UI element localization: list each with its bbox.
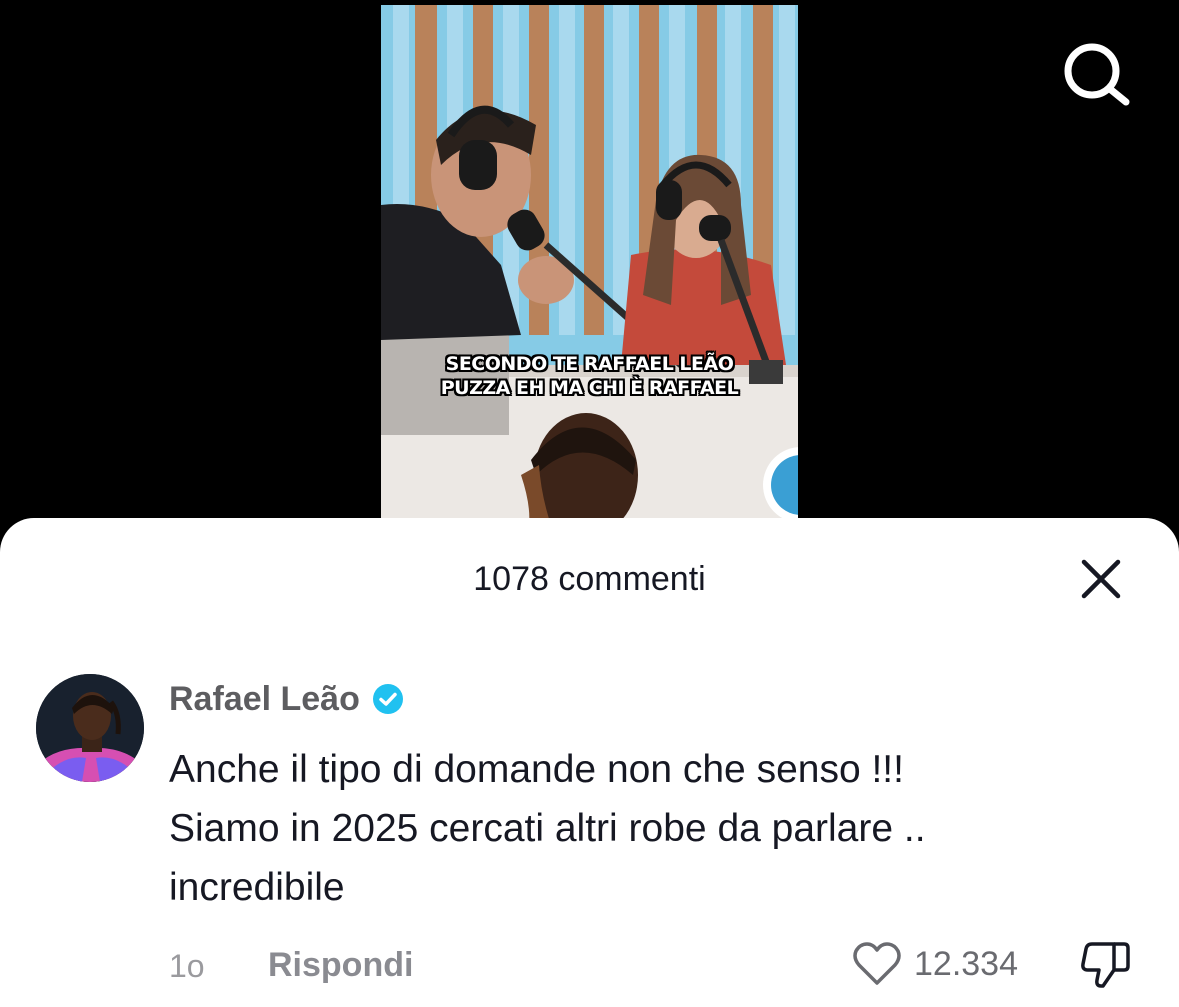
video-player[interactable]: SECONDO TE RAFFAEL LEÃO PUZZA EH MA CHI … xyxy=(381,5,798,525)
comment-author-name[interactable]: Rafael Leão xyxy=(169,678,360,720)
comment-line-3: incredibile xyxy=(169,866,345,909)
video-frame-image xyxy=(381,5,798,525)
search-icon xyxy=(1064,43,1130,106)
comment-line-2: Siamo in 2025 cercati altri robe da parl… xyxy=(169,807,926,850)
reply-button[interactable]: Rispondi xyxy=(268,945,413,985)
like-button[interactable]: 12.334 xyxy=(852,941,1018,987)
comment-line-1: Anche il tipo di domande non che senso !… xyxy=(169,748,904,791)
comment-text: Anche il tipo di domande non che senso !… xyxy=(169,740,1129,917)
comment-author-row: Rafael Leão xyxy=(169,678,404,720)
avatar-image xyxy=(36,674,144,782)
avatar[interactable] xyxy=(36,674,144,782)
video-caption: SECONDO TE RAFFAEL LEÃO PUZZA EH MA CHI … xyxy=(381,352,798,400)
dislike-button[interactable] xyxy=(1080,940,1132,990)
caption-line-1: SECONDO TE RAFFAEL LEÃO xyxy=(445,353,734,375)
comments-sheet: 1078 commenti Rafael Leão Anche il tipo … xyxy=(0,518,1179,1007)
caption-line-2: PUZZA EH MA CHI È RAFFAEL xyxy=(440,377,739,399)
tiktok-screen: SECONDO TE RAFFAEL LEÃO PUZZA EH MA CHI … xyxy=(0,0,1179,1007)
like-count: 12.334 xyxy=(914,945,1018,983)
close-button[interactable] xyxy=(1076,554,1126,604)
verified-badge-icon xyxy=(372,684,403,714)
heart-outline-icon xyxy=(853,942,901,985)
comments-count-title: 1078 commenti xyxy=(473,560,706,598)
close-icon xyxy=(1081,559,1121,599)
search-button[interactable] xyxy=(1060,40,1132,108)
thumbs-down-icon xyxy=(1081,942,1130,988)
comment-timestamp: 1o xyxy=(169,948,205,984)
